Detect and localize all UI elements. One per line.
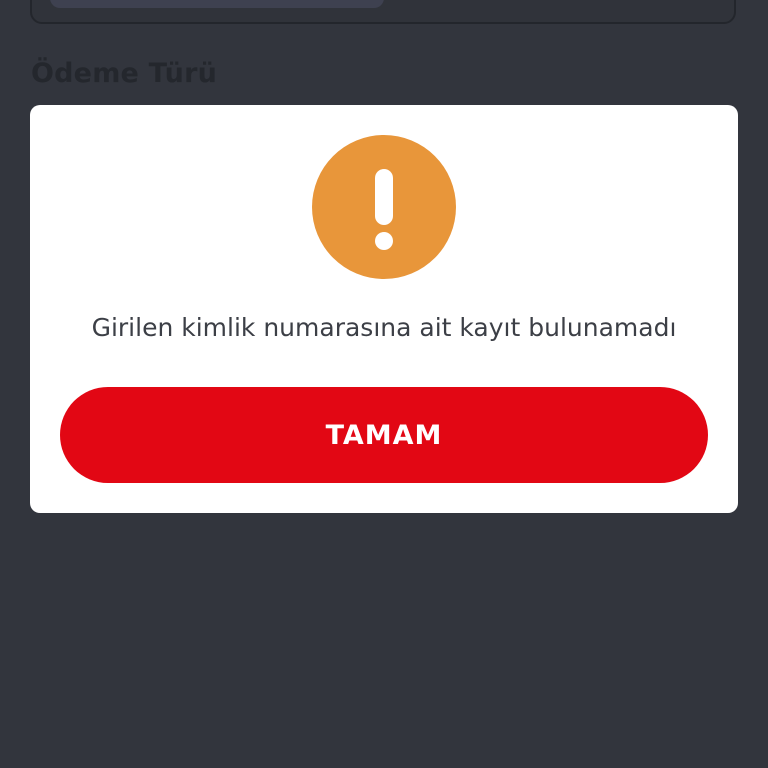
background-card-image <box>50 0 384 8</box>
alert-message: Girilen kimlik numarasına ait kayıt bulu… <box>91 313 677 342</box>
app-screen: Ödeme Türü Girilen kimlik numarasına ait… <box>0 0 768 768</box>
payment-type-heading: Ödeme Türü <box>31 58 218 89</box>
alert-dialog: Girilen kimlik numarasına ait kayıt bulu… <box>30 105 738 513</box>
ok-button[interactable]: TAMAM <box>60 387 708 483</box>
background-card <box>30 0 736 24</box>
exclamation-warning-icon <box>312 135 456 279</box>
